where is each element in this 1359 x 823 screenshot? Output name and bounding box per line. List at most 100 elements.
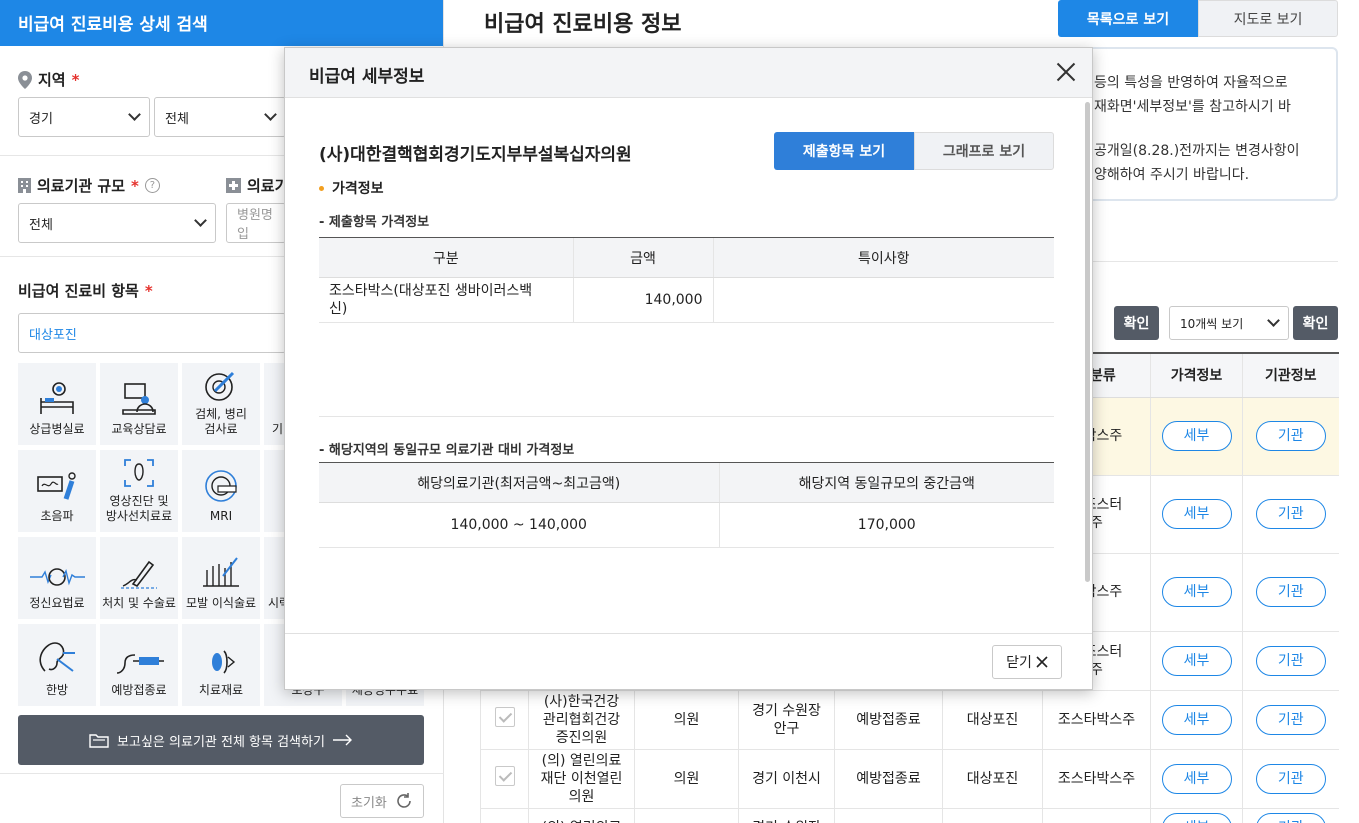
confirm-button-2[interactable]: 확인 [1293,306,1338,340]
radiology-icon [124,459,154,487]
detail-button[interactable]: 세부 [1161,763,1232,794]
scale-label: 의료기관 규모 *? [18,175,160,196]
reset-button[interactable]: 초기화 [340,784,424,818]
search-all-button[interactable]: 보고싶은 의료기관 전체 항목 검색하기 [18,715,424,765]
page-title: 비급여 진료비용 정보 [484,12,682,37]
institution-button[interactable]: 기관 [1255,421,1326,451]
modal-footer: 닫기 [285,633,1092,689]
tile-counseling[interactable]: 교육상담료 [100,363,178,445]
table-header-row: 구분 금액 특이사항 [319,237,1054,278]
vaccination-icon [116,654,164,674]
tile-treatment-material[interactable]: 치료재료 [182,624,260,706]
page-size-select[interactable]: 10개씩 보기 [1169,306,1289,340]
chevron-down-icon [128,108,141,121]
detail-button[interactable]: 세부 [1161,499,1232,529]
category-cell: 예방접종료 [834,749,943,809]
tile-surgery[interactable]: 처치 및 수술료 [100,537,178,619]
help-icon[interactable]: ? [144,178,160,193]
table-row: (의) 열린의료 경기 수원장 세부 기관 [480,808,1339,823]
institution-button[interactable]: 기관 [1255,645,1326,676]
institution-info-cell: 기관 [1242,749,1339,809]
modal-view-toggle: 제출항목 보기 그래프로 보기 [774,132,1054,170]
building-icon [18,178,31,193]
close-button[interactable]: 닫기 [992,645,1062,679]
mid-category-cell: 대상포진 [942,690,1043,750]
col-header: 구분 [319,237,573,278]
submitted-price-table: 구분 금액 특이사항 조스타박스(대상포진 생바이러스백 신) 140,000 [319,237,1054,323]
province-select[interactable]: 경기 [18,97,150,137]
col-header: 특이사항 [712,237,1054,278]
folder-icon [89,734,109,748]
district-select[interactable]: 전체 [154,97,286,137]
col-header: 해당지역 동일규모의 중간금액 [718,462,1054,503]
price-info-cell: 세부 [1150,475,1243,554]
institution-button[interactable]: 기관 [1255,763,1326,794]
items-label: 비급여 진료비 항목 * [18,281,153,301]
col-header: 해당의료기관(최저금액~최고금액) [319,462,719,503]
chevron-down-icon [1267,314,1280,327]
institution-button[interactable]: 기관 [1255,813,1326,823]
sub-category-cell [1042,808,1151,823]
counseling-icon [122,383,156,415]
institution-info-cell: 기관 [1242,475,1339,554]
detail-button[interactable]: 세부 [1161,577,1232,607]
table-header-row: 해당의료기관(최저금액~최고금액) 해당지역 동일규모의 중간금액 [319,462,1054,503]
scale-select[interactable]: 전체 [18,203,216,243]
surgery-icon [121,560,157,589]
region-cell: 경기 수원장 [738,808,835,823]
regional-price-table: 해당의료기관(최저금액~최고금액) 해당지역 동일규모의 중간금액 140,00… [319,462,1054,548]
price-info-cell: 세부 [1150,690,1243,750]
list-view-button[interactable]: 목록으로 보기 [1058,0,1198,37]
map-view-button[interactable]: 지도로 보기 [1198,0,1338,37]
median-cell: 170,000 [718,502,1054,548]
mri-icon [205,470,237,502]
tile-psychotherapy[interactable]: 정신요법료 [18,537,96,619]
confirm-button-1[interactable]: 확인 [1114,306,1159,340]
price-info-cell: 세부 [1150,749,1243,809]
type-cell: 의원 [634,690,739,750]
tile-radiology[interactable]: 영상진단 및 방사선치료료 [100,450,178,532]
checkbox-cell [480,808,529,823]
hospital-icon [226,178,241,193]
modal-scrollbar[interactable] [1085,102,1090,582]
tile-oriental-medicine[interactable]: 한방 [18,624,96,706]
mid-category-cell: 대상포진 [942,749,1043,809]
row-checkbox[interactable] [494,766,515,786]
type-cell [634,808,739,823]
institution-cell: (의) 열린의료 재단 이천열린 의원 [528,749,635,809]
tab-submitted-items[interactable]: 제출항목 보기 [774,132,914,170]
table-row: 조스타박스(대상포진 생바이러스백 신) 140,000 [319,277,1054,323]
col-header: 기관정보 [1242,352,1339,398]
item-search-input[interactable]: 대상포진 [18,313,286,353]
detail-button[interactable]: 세부 [1161,421,1232,451]
tile-ultrasound[interactable]: 초음파 [18,450,96,532]
price-info-cell: 세부 [1150,631,1243,691]
hospital-name-input[interactable]: 병원명 입 [226,203,286,243]
institution-button[interactable]: 기관 [1255,704,1326,735]
tile-vaccination[interactable]: 예방접종료 [100,624,178,706]
institution-cell: (의) 열린의료 [528,808,635,823]
institution-button[interactable]: 기관 [1255,577,1326,607]
detail-button[interactable]: 세부 [1161,813,1232,823]
hospital-name-label: 의료기 [226,175,288,196]
institution-button[interactable]: 기관 [1255,499,1326,529]
regional-price-subtitle: - 해당지역의 동일규모 의료기관 대비 가격정보 [319,443,575,458]
submitted-price-subtitle: - 제출항목 가격정보 [319,215,430,230]
tab-graph[interactable]: 그래프로 보기 [914,132,1054,170]
chevron-down-icon [194,214,207,227]
table-row: (사)한국건강 관리협회건강 증진의원 의원 경기 수원장 안구 예방접종료 대상포진 조… [480,690,1339,750]
row-checkbox[interactable] [494,707,515,727]
sidebar-title: 비급여 진료비용 상세 검색 [0,0,443,46]
price-info-cell: 세부 [1150,553,1243,632]
tile-room-fee[interactable]: 상급병실료 [18,363,96,445]
location-pin-icon [18,70,32,89]
sub-category-cell: 조스타박스주 [1042,749,1151,809]
divider [0,773,444,774]
view-toggle: 목록으로 보기 지도로 보기 [1058,0,1338,37]
tile-hair-transplant[interactable]: 모발 이식술료 [182,537,260,619]
close-icon[interactable] [1054,60,1078,84]
detail-button[interactable]: 세부 [1161,645,1232,676]
tile-pathology[interactable]: 검체, 병리 검사료 [182,363,260,445]
detail-button[interactable]: 세부 [1161,704,1232,735]
tile-mri[interactable]: MRI [182,450,260,532]
